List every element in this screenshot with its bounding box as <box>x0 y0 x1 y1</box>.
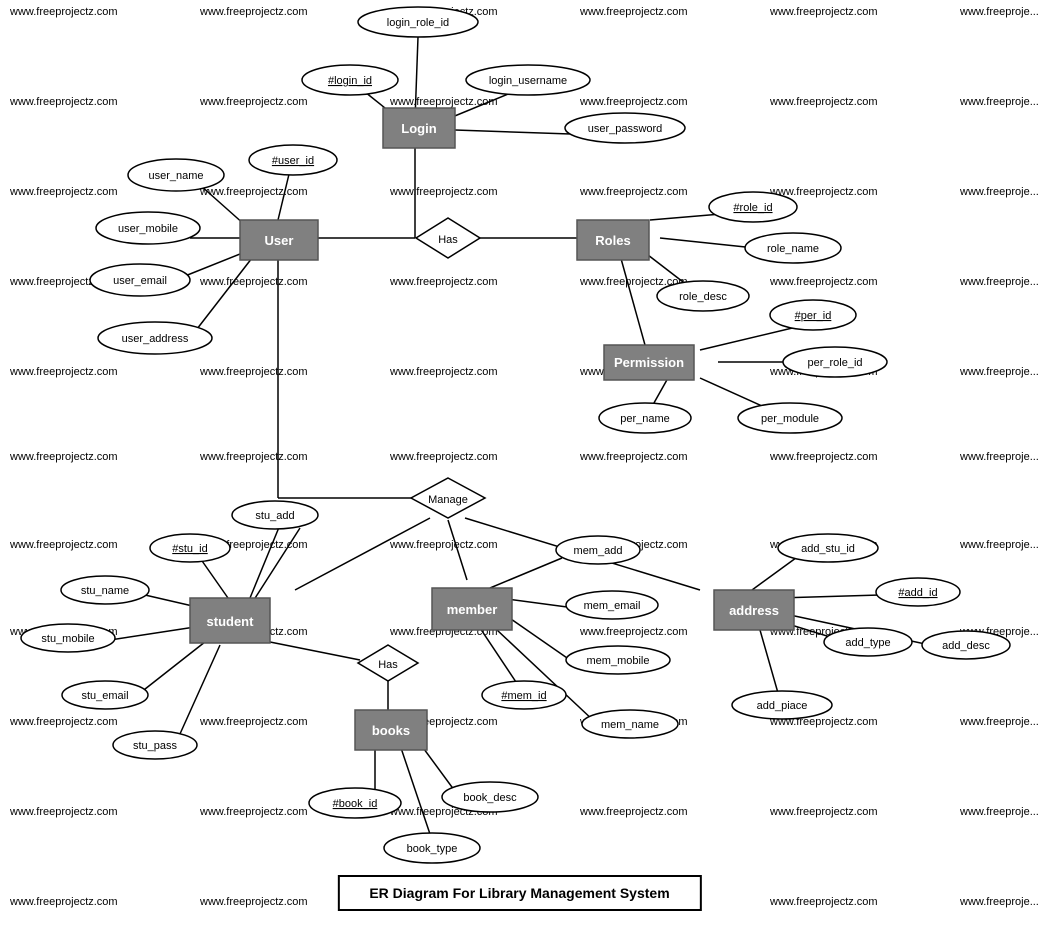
mem-mobile-text: mem_mobile <box>587 655 650 667</box>
svg-text:www.freeprojectz.com: www.freeprojectz.com <box>579 186 688 198</box>
user-mobile-text: user_mobile <box>118 223 178 235</box>
stu-id-text: #stu_id <box>172 543 207 555</box>
user-label: User <box>265 233 294 248</box>
svg-text:www.freeprojectz.com: www.freeprojectz.com <box>769 451 878 463</box>
svg-text:www.freeprojectz.com: www.freeprojectz.com <box>389 539 498 551</box>
book-id-text: #book_id <box>333 798 378 810</box>
svg-text:www.freeprojectz.com: www.freeprojectz.com <box>199 806 308 818</box>
diagram-title: ER Diagram For Library Management System <box>337 875 701 911</box>
svg-text:www.freeprojectz.com: www.freeprojectz.com <box>199 186 308 198</box>
svg-text:www.freeprojectz.com: www.freeprojectz.com <box>769 96 878 108</box>
svg-text:www.freeproje...: www.freeproje... <box>959 716 1039 728</box>
svg-text:www.freeproje...: www.freeproje... <box>959 451 1039 463</box>
per-role-id-text: per_role_id <box>807 357 862 369</box>
stu-mobile-text: stu_mobile <box>41 633 94 645</box>
login-id-text: #login_id <box>328 75 372 87</box>
book-desc-text: book_desc <box>463 792 517 804</box>
svg-text:www.freeprojectz.com: www.freeprojectz.com <box>9 539 118 551</box>
per-module-text: per_module <box>761 413 819 425</box>
role-id-text: #role_id <box>733 202 772 214</box>
user-address-text: user_address <box>122 333 189 345</box>
login-label: Login <box>401 121 436 136</box>
per-name-text: per_name <box>620 413 670 425</box>
mem-name-text: mem_name <box>601 719 659 731</box>
svg-text:www.freeprojectz.com: www.freeprojectz.com <box>769 6 878 18</box>
role-desc-text: role_desc <box>679 291 727 303</box>
mem-email-text: mem_email <box>584 600 641 612</box>
svg-text:www.freeprojectz.com: www.freeprojectz.com <box>9 896 118 908</box>
svg-text:www.freeprojectz.com: www.freeprojectz.com <box>199 6 308 18</box>
user-name-text: user_name <box>148 170 203 182</box>
add-type-text: add_type <box>845 637 890 649</box>
svg-text:www.freeprojectz.com: www.freeprojectz.com <box>199 716 308 728</box>
svg-text:www.freeprojectz.com: www.freeprojectz.com <box>769 806 878 818</box>
roles-label: Roles <box>595 233 630 248</box>
svg-text:www.freeproje...: www.freeproje... <box>959 539 1039 551</box>
stu-add-text: stu_add <box>255 510 294 522</box>
svg-text:www.freeproje...: www.freeproje... <box>959 276 1039 288</box>
mem-id-text: #mem_id <box>501 690 546 702</box>
svg-text:www.freeproje...: www.freeproje... <box>959 6 1039 18</box>
manage-label: Manage <box>428 494 468 506</box>
svg-text:www.freeprojectz.com: www.freeprojectz.com <box>9 6 118 18</box>
has2-label: Has <box>378 659 398 671</box>
svg-text:www.freeprojectz.com: www.freeprojectz.com <box>579 96 688 108</box>
svg-text:www.freeprojectz.com: www.freeprojectz.com <box>199 896 308 908</box>
svg-text:www.freeprojectz.com: www.freeprojectz.com <box>9 366 118 378</box>
svg-text:www.freeprojectz.com: www.freeprojectz.com <box>199 96 308 108</box>
per-id-text: #per_id <box>795 310 832 322</box>
svg-text:www.freeprojectz.com: www.freeprojectz.com <box>579 6 688 18</box>
svg-text:www.freeprojectz.com: www.freeprojectz.com <box>9 716 118 728</box>
svg-text:www.freeprojectz.com: www.freeprojectz.com <box>579 806 688 818</box>
svg-text:www.freeproje...: www.freeproje... <box>959 366 1039 378</box>
add-desc-text: add_desc <box>942 640 990 652</box>
svg-text:www.freeprojectz.com: www.freeprojectz.com <box>389 186 498 198</box>
svg-text:www.freeprojectz.com: www.freeprojectz.com <box>389 451 498 463</box>
books-label: books <box>372 723 410 738</box>
address-label: address <box>729 603 779 618</box>
svg-text:www.freeproje...: www.freeproje... <box>959 896 1039 908</box>
user-password-text: user_password <box>588 123 663 135</box>
svg-text:www.freeprojectz.com: www.freeprojectz.com <box>9 451 118 463</box>
student-label: student <box>207 614 255 629</box>
svg-text:www.freeprojectz.com: www.freeprojectz.com <box>389 96 498 108</box>
svg-text:www.freeprojectz.com: www.freeprojectz.com <box>389 276 498 288</box>
permission-label: Permission <box>614 355 684 370</box>
mem-add-text: mem_add <box>574 545 623 557</box>
has1-label: Has <box>438 234 458 246</box>
svg-text:www.freeprojectz.com: www.freeprojectz.com <box>199 276 308 288</box>
login-username-text: login_username <box>489 75 567 87</box>
user-email-text: user_email <box>113 275 167 287</box>
stu-email-text: stu_email <box>81 690 128 702</box>
svg-text:www.freeprojectz.com: www.freeprojectz.com <box>9 96 118 108</box>
svg-text:www.freeprojectz.com: www.freeprojectz.com <box>199 451 308 463</box>
svg-text:www.freeproje...: www.freeproje... <box>959 96 1039 108</box>
add-piace-text: add_piace <box>757 700 808 712</box>
role-name-text: role_name <box>767 243 819 255</box>
svg-text:www.freeprojectz.com: www.freeprojectz.com <box>769 896 878 908</box>
svg-text:www.freeprojectz.com: www.freeprojectz.com <box>579 451 688 463</box>
add-stu-id-text: add_stu_id <box>801 543 855 555</box>
book-type-text: book_type <box>407 843 458 855</box>
member-label: member <box>447 602 498 617</box>
stu-pass-text: stu_pass <box>133 740 178 752</box>
add-id-text: #add_id <box>898 587 937 599</box>
svg-text:www.freeprojectz.com: www.freeprojectz.com <box>199 366 308 378</box>
er-diagram: www.freeprojectz.com www.freeprojectz.co… <box>0 0 1039 941</box>
svg-text:www.freeproje...: www.freeproje... <box>959 186 1039 198</box>
svg-text:www.freeprojectz.com: www.freeprojectz.com <box>389 366 498 378</box>
svg-text:www.freeprojectz.com: www.freeprojectz.com <box>579 626 688 638</box>
svg-text:www.freeproje...: www.freeproje... <box>959 806 1039 818</box>
svg-text:www.freeprojectz.com: www.freeprojectz.com <box>769 276 878 288</box>
svg-text:www.freeprojectz.com: www.freeprojectz.com <box>9 806 118 818</box>
login-role-id-text: login_role_id <box>387 17 449 29</box>
stu-name-text: stu_name <box>81 585 129 597</box>
svg-text:www.freeprojectz.com: www.freeprojectz.com <box>9 186 118 198</box>
user-id-text: #user_id <box>272 155 314 167</box>
